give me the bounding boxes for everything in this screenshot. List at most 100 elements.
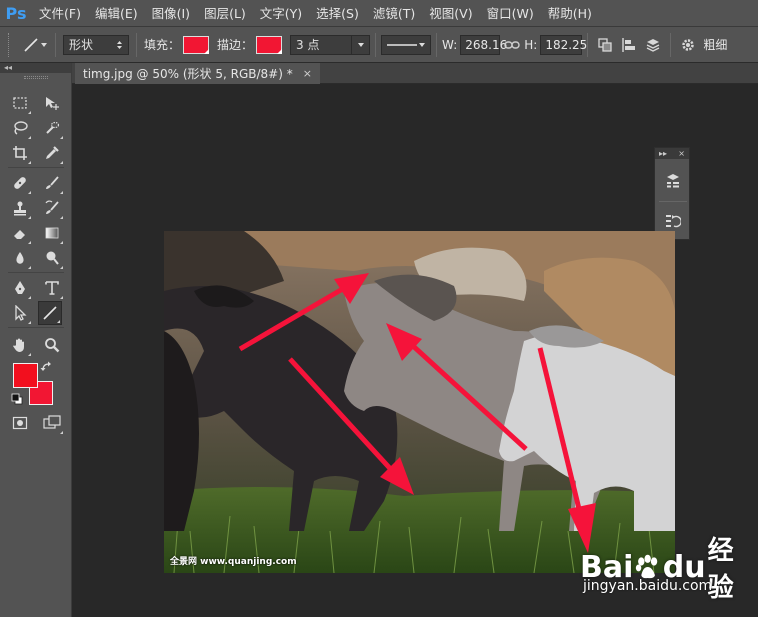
- expand-panels-icon[interactable]: ▸▸: [659, 149, 667, 158]
- healing-brush-tool[interactable]: [8, 171, 32, 195]
- tool-mode-select[interactable]: 形状: [63, 34, 129, 55]
- divider: [55, 32, 56, 57]
- menu-bar: Ps 文件(F) 编辑(E) 图像(I) 图层(L) 文字(Y) 选择(S) 滤…: [0, 0, 758, 27]
- crop-tool[interactable]: [8, 141, 32, 165]
- dodge-icon: [46, 251, 59, 265]
- default-colors-icon[interactable]: [11, 393, 23, 405]
- move-icon: [46, 97, 59, 110]
- foreground-color-swatch[interactable]: [13, 363, 38, 388]
- divider: [436, 32, 438, 57]
- divider: [8, 272, 64, 273]
- stroke-label: 描边：: [217, 38, 254, 52]
- path-alignment-icon: [622, 37, 636, 52]
- options-bar-grip[interactable]: [8, 32, 14, 57]
- history-brush-icon: [45, 200, 59, 214]
- stamp-icon: [14, 201, 26, 216]
- baidu-url: jingyan.baidu.com: [583, 578, 713, 594]
- stroke-color-button[interactable]: [256, 35, 283, 54]
- tool-preset-picker[interactable]: [22, 33, 48, 57]
- brush-tool[interactable]: [40, 171, 64, 195]
- stroke-type-select[interactable]: [381, 34, 432, 55]
- eraser-icon: [14, 230, 25, 239]
- quick-mask-button[interactable]: [8, 411, 32, 435]
- history-brush-tool[interactable]: [40, 196, 64, 220]
- geometry-settings-button[interactable]: [676, 33, 700, 57]
- height-label: H:: [524, 37, 538, 52]
- magnifier-icon: [45, 338, 60, 353]
- corner-triangle-icon: [204, 48, 210, 54]
- path-arrangement-button[interactable]: [641, 33, 665, 57]
- menu-view[interactable]: 视图(V): [422, 0, 479, 27]
- type-tool[interactable]: [40, 276, 64, 300]
- water-drop-icon: [16, 252, 24, 264]
- pen-tool[interactable]: [8, 276, 32, 300]
- close-icon[interactable]: ×: [678, 149, 685, 158]
- clone-stamp-tool[interactable]: [8, 196, 32, 220]
- dodge-tool[interactable]: [40, 246, 64, 270]
- document-tab[interactable]: timg.jpg @ 50% (形状 5, RGB/8#) * ×: [75, 63, 320, 84]
- menu-select[interactable]: 选择(S): [309, 0, 366, 27]
- tools-panel: ◂◂: [0, 63, 72, 617]
- gear-icon: [682, 38, 695, 51]
- divider: [8, 167, 64, 168]
- menu-file[interactable]: 文件(F): [32, 0, 88, 27]
- tools-panel-grip[interactable]: [0, 73, 71, 81]
- document-tab-strip: timg.jpg @ 50% (形状 5, RGB/8#) * ×: [72, 63, 758, 84]
- properties-icon: [667, 174, 679, 188]
- link-dimensions-button[interactable]: [500, 33, 524, 57]
- tools-panel-collapse[interactable]: ◂◂: [0, 63, 71, 73]
- gradient-tool[interactable]: [40, 221, 64, 245]
- path-alignment-button[interactable]: [617, 33, 641, 57]
- path-selection-icon: [15, 305, 27, 321]
- properties-panel-button[interactable]: [661, 169, 685, 193]
- chevron-down-icon: [419, 42, 426, 47]
- menu-window[interactable]: 窗口(W): [480, 0, 541, 27]
- menu-filter[interactable]: 滤镜(T): [366, 0, 422, 27]
- options-bar: 形状 填充： 描边： 3 点 W: 268.16 H: 182.25 粗细: [0, 27, 758, 63]
- screen-mode-button[interactable]: [40, 411, 64, 435]
- history-panel-button[interactable]: [661, 209, 685, 233]
- hand-tool[interactable]: [8, 333, 32, 357]
- fill-label: 填充：: [144, 38, 181, 52]
- menu-edit[interactable]: 编辑(E): [88, 0, 145, 27]
- line-tool[interactable]: [38, 301, 62, 325]
- zoom-tool[interactable]: [40, 333, 64, 357]
- gradient-icon: [45, 227, 59, 239]
- move-tool[interactable]: [40, 91, 64, 115]
- marquee-tool[interactable]: [8, 91, 32, 115]
- quick-selection-tool[interactable]: [40, 116, 64, 140]
- divider: [375, 32, 377, 57]
- stroke-width-value: 3 点: [296, 38, 320, 52]
- crop-icon: [13, 146, 27, 160]
- swap-colors-icon[interactable]: [40, 360, 54, 374]
- screen-mode-icon: [43, 415, 61, 429]
- lasso-tool[interactable]: [8, 116, 32, 140]
- divider: [587, 32, 589, 57]
- updown-icon: [117, 40, 122, 49]
- pen-icon: [15, 281, 25, 294]
- path-operations-button[interactable]: [593, 33, 617, 57]
- baidu-watermark: Bai du 经验 jingyan.baidu.com: [580, 522, 755, 603]
- fill-color-button[interactable]: [183, 35, 210, 54]
- menu-help[interactable]: 帮助(H): [541, 0, 599, 27]
- corner-triangle-icon: [277, 48, 283, 54]
- hand-icon: [13, 338, 24, 352]
- width-field[interactable]: 268.16: [460, 34, 507, 55]
- eyedropper-tool[interactable]: [40, 141, 64, 165]
- width-label: W:: [442, 37, 458, 52]
- tool-mode-value: 形状: [69, 38, 94, 52]
- divider: [136, 32, 137, 57]
- eraser-tool[interactable]: [8, 221, 32, 245]
- stroke-width-select[interactable]: 3 点: [290, 34, 371, 55]
- close-icon[interactable]: ×: [303, 67, 312, 80]
- menu-layer[interactable]: 图层(L): [197, 0, 253, 27]
- menu-type[interactable]: 文字(Y): [253, 0, 309, 27]
- path-selection-tool[interactable]: [8, 301, 32, 325]
- stroke-line-icon: [387, 43, 418, 46]
- divider: [659, 201, 687, 202]
- height-field[interactable]: 182.25: [540, 34, 587, 55]
- menu-image[interactable]: 图像(I): [145, 0, 197, 27]
- blur-tool[interactable]: [8, 246, 32, 270]
- line-icon: [43, 306, 57, 320]
- type-icon: [45, 281, 59, 295]
